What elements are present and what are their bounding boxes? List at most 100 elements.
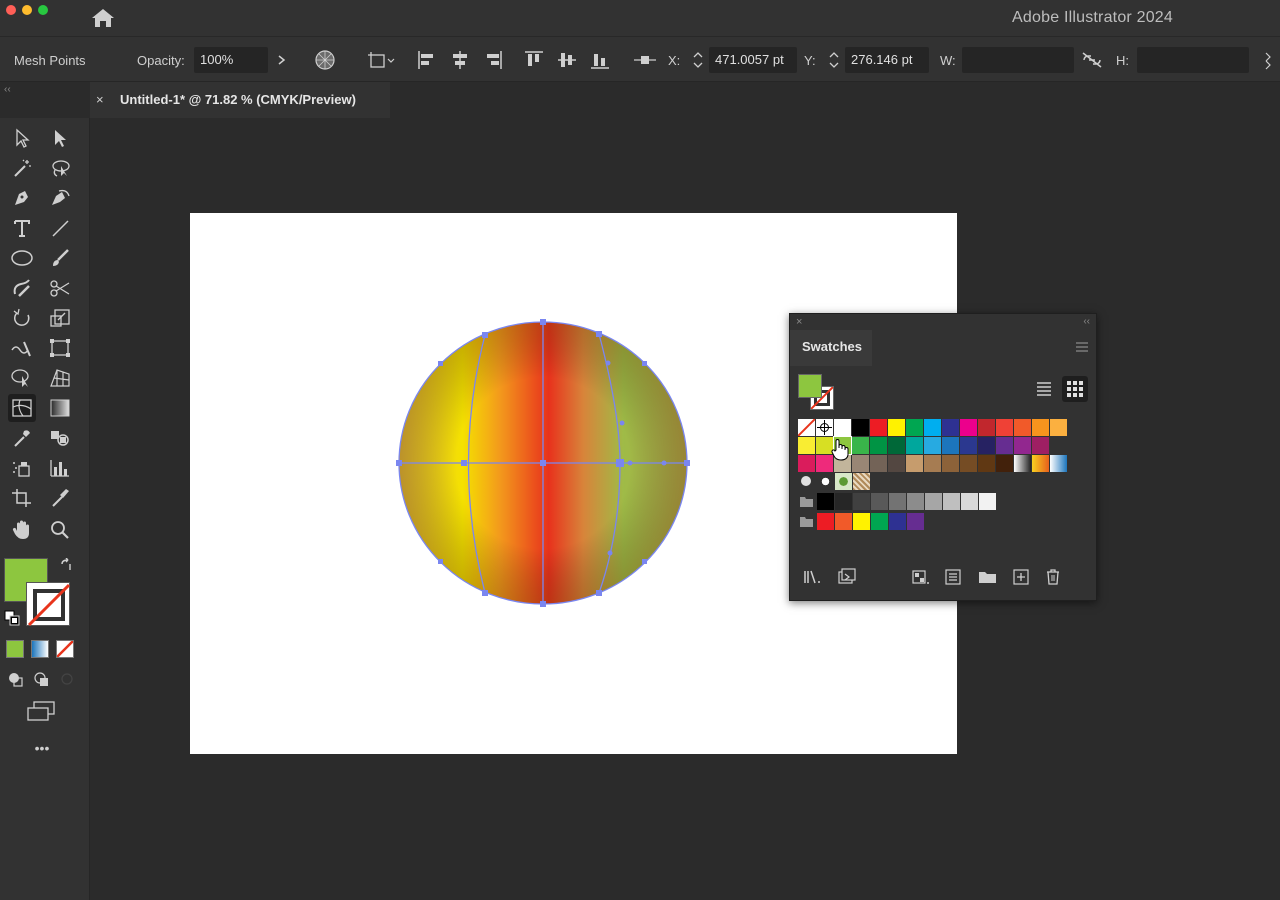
swatch[interactable] <box>1050 455 1067 472</box>
swatch[interactable] <box>817 493 834 510</box>
swatch[interactable] <box>817 513 834 530</box>
window-maximize-button[interactable] <box>38 5 48 15</box>
swatch[interactable] <box>852 455 869 472</box>
opacity-field[interactable]: 100% <box>194 47 268 73</box>
gradient-mode-button[interactable] <box>31 640 49 658</box>
scissors-tool-icon[interactable] <box>46 274 74 302</box>
align-right-icon[interactable] <box>480 47 506 73</box>
align-vertical-center-icon[interactable] <box>554 47 580 73</box>
swatch[interactable] <box>960 419 977 436</box>
document-tab[interactable]: × Untitled-1* @ 71.82 % (CMYK/Preview) <box>90 82 390 118</box>
pen-tool-icon[interactable] <box>8 184 36 212</box>
swatch[interactable] <box>817 473 834 490</box>
swatch-options-icon[interactable] <box>943 568 963 586</box>
shape-builder-tool-icon[interactable] <box>8 364 36 392</box>
swatch[interactable] <box>871 513 888 530</box>
swatch[interactable] <box>871 493 888 510</box>
swatch[interactable] <box>798 437 815 454</box>
align-horizontal-center-icon[interactable] <box>447 47 473 73</box>
draw-inside-icon[interactable] <box>58 670 76 688</box>
align-left-icon[interactable] <box>414 47 440 73</box>
more-options-icon[interactable] <box>1258 47 1278 73</box>
symbol-sprayer-tool-icon[interactable] <box>8 454 36 482</box>
warp-tool-icon[interactable] <box>8 334 36 362</box>
delete-swatch-icon[interactable] <box>1043 568 1063 586</box>
edit-toolbar-button[interactable]: ••• <box>28 740 56 756</box>
zoom-tool-icon[interactable] <box>46 516 74 544</box>
window-minimize-button[interactable] <box>22 5 32 15</box>
free-transform-tool-icon[interactable] <box>46 334 74 362</box>
h-field[interactable] <box>1137 47 1249 73</box>
swatch[interactable] <box>870 455 887 472</box>
magic-wand-tool-icon[interactable] <box>8 154 36 182</box>
swatch[interactable] <box>853 513 870 530</box>
swatch[interactable] <box>834 419 851 436</box>
gradient-tool-icon[interactable] <box>46 394 74 422</box>
perspective-grid-tool-icon[interactable] <box>46 364 74 392</box>
slice-tool-icon[interactable] <box>46 484 74 512</box>
swatch-libraries-menu-icon[interactable] <box>803 568 823 586</box>
constrain-proportions-icon[interactable] <box>1078 47 1106 73</box>
swatch[interactable] <box>835 493 852 510</box>
line-segment-tool-icon[interactable] <box>46 214 74 242</box>
default-fill-stroke-icon[interactable] <box>4 610 20 626</box>
type-tool-icon[interactable] <box>8 214 36 242</box>
swatch[interactable] <box>942 419 959 436</box>
swatch[interactable] <box>1050 419 1067 436</box>
swatch[interactable] <box>798 455 815 472</box>
align-top-icon[interactable] <box>521 47 547 73</box>
y-stepper-icon[interactable] <box>824 47 844 73</box>
swatch[interactable] <box>889 493 906 510</box>
swatch[interactable] <box>1014 437 1031 454</box>
transform-reference-icon[interactable] <box>366 47 398 73</box>
toolbar-collapse-icon[interactable]: ‹‹ <box>4 84 11 95</box>
swatch[interactable] <box>906 437 923 454</box>
opacity-expand-icon[interactable] <box>268 47 294 73</box>
none-mode-button[interactable] <box>56 640 74 658</box>
swatch[interactable] <box>960 437 977 454</box>
scale-tool-icon[interactable] <box>46 304 74 332</box>
swatch[interactable] <box>852 437 869 454</box>
reference-point-icon[interactable] <box>632 47 658 73</box>
recolor-artwork-icon[interactable] <box>312 47 338 73</box>
swatch[interactable] <box>1032 455 1049 472</box>
swatch[interactable] <box>996 437 1013 454</box>
swatch[interactable] <box>924 419 941 436</box>
swatch[interactable] <box>960 455 977 472</box>
swatch[interactable] <box>853 493 870 510</box>
swatch[interactable] <box>996 455 1013 472</box>
swatch-none[interactable] <box>797 418 816 437</box>
home-icon[interactable] <box>90 7 116 29</box>
draw-normal-icon[interactable] <box>6 670 24 688</box>
swatch[interactable] <box>1014 419 1031 436</box>
swatch[interactable] <box>943 493 960 510</box>
swatch[interactable] <box>835 473 852 490</box>
swatch[interactable] <box>888 437 905 454</box>
eyedropper-tool-icon[interactable] <box>8 424 36 452</box>
lasso-tool-icon[interactable] <box>46 154 74 182</box>
color-mode-button[interactable] <box>6 640 24 658</box>
new-swatch-icon[interactable] <box>1011 568 1031 586</box>
swatch[interactable] <box>906 419 923 436</box>
swatch[interactable] <box>942 437 959 454</box>
swatch[interactable] <box>1014 455 1031 472</box>
swatch[interactable] <box>907 513 924 530</box>
screen-mode-icon[interactable] <box>26 700 56 724</box>
paintbrush-tool-icon[interactable] <box>46 244 74 272</box>
grid-view-icon[interactable] <box>1062 376 1088 402</box>
shaper-tool-icon[interactable] <box>8 274 36 302</box>
list-view-icon[interactable] <box>1033 378 1055 400</box>
swatch[interactable] <box>942 455 959 472</box>
draw-behind-icon[interactable] <box>32 670 50 688</box>
swatch[interactable] <box>978 437 995 454</box>
swatch[interactable] <box>870 419 887 436</box>
mesh-tool-icon[interactable] <box>8 394 36 422</box>
swatch[interactable] <box>888 419 905 436</box>
blend-tool-icon[interactable] <box>46 424 74 452</box>
direct-selection-tool-icon[interactable] <box>46 124 74 152</box>
swatches-tab[interactable]: Swatches <box>790 330 872 366</box>
column-graph-tool-icon[interactable] <box>46 454 74 482</box>
swatch[interactable] <box>888 455 905 472</box>
swap-fill-stroke-icon[interactable] <box>58 557 74 574</box>
show-swatch-kinds-icon[interactable] <box>910 568 930 586</box>
